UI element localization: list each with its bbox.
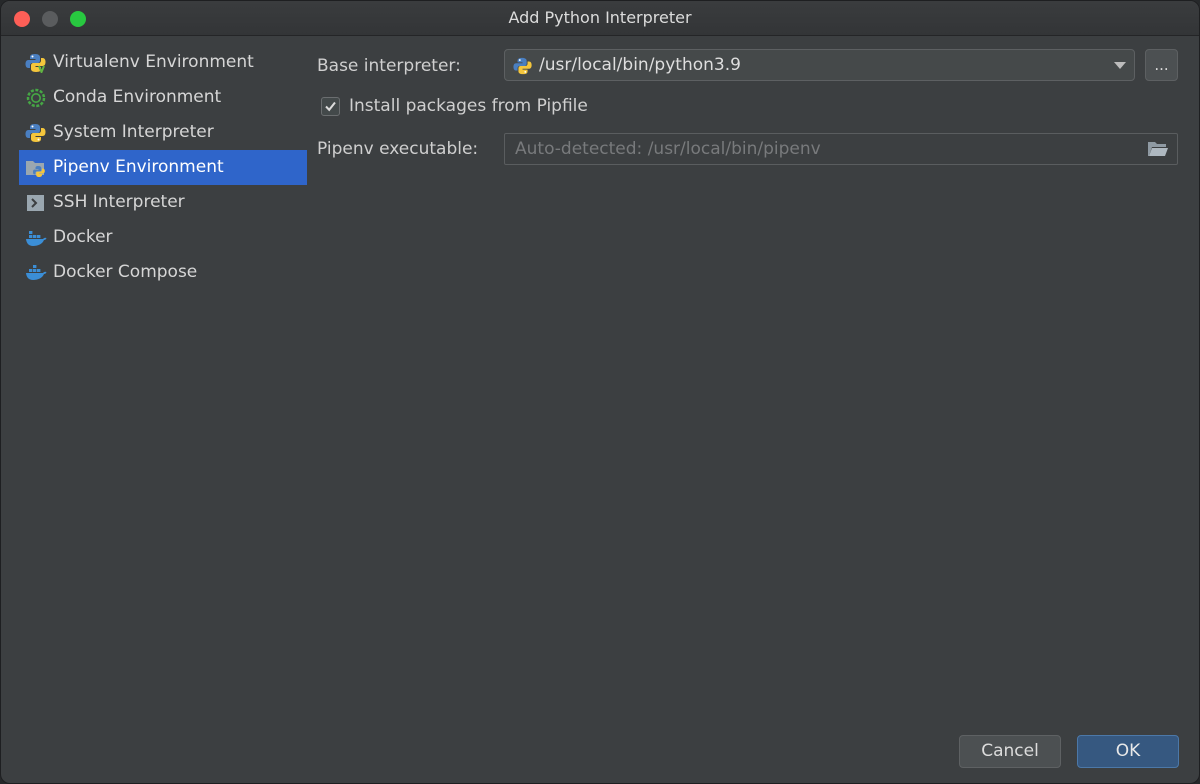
- sidebar-item-pipenv[interactable]: Pipenv Environment: [19, 150, 307, 185]
- pipenv-executable-placeholder: Auto-detected: /usr/local/bin/pipenv: [515, 139, 821, 159]
- sidebar-item-label: SSH Interpreter: [53, 192, 185, 212]
- sidebar-item-ssh-interpreter[interactable]: SSH Interpreter: [19, 185, 307, 220]
- sidebar-item-label: Conda Environment: [53, 87, 222, 107]
- pipenv-executable-field[interactable]: Auto-detected: /usr/local/bin/pipenv: [504, 133, 1178, 165]
- sidebar-item-conda[interactable]: Conda Environment: [19, 80, 307, 115]
- virtualenv-icon: [25, 54, 46, 73]
- window-title: Add Python Interpreter: [508, 8, 692, 27]
- sidebar-item-label: System Interpreter: [53, 122, 214, 142]
- sidebar-item-label: Virtualenv Environment: [53, 52, 254, 72]
- docker-icon: [26, 231, 47, 246]
- sidebar-item-docker[interactable]: Docker: [19, 220, 307, 255]
- docker-compose-icon: [26, 265, 47, 280]
- pipenv-executable-label: Pipenv executable:: [317, 139, 479, 159]
- chevron-down-icon: [1114, 62, 1126, 69]
- python-icon: [513, 57, 532, 75]
- sidebar-item-docker-compose[interactable]: Docker Compose: [19, 255, 307, 290]
- checkmark-icon: [325, 101, 336, 112]
- install-packages-label[interactable]: Install packages from Pipfile: [349, 96, 588, 116]
- conda-icon: [26, 88, 46, 108]
- install-packages-checkbox[interactable]: [321, 97, 340, 116]
- base-interpreter-label: Base interpreter:: [317, 56, 461, 76]
- base-interpreter-value: /usr/local/bin/python3.9: [539, 55, 741, 75]
- terminal-icon: [27, 195, 44, 211]
- sidebar-item-virtualenv[interactable]: Virtualenv Environment: [19, 45, 307, 80]
- folder-icon[interactable]: [1147, 140, 1169, 158]
- cancel-button[interactable]: Cancel: [959, 735, 1061, 768]
- python-icon: [25, 124, 46, 142]
- base-interpreter-select[interactable]: /usr/local/bin/python3.9: [504, 49, 1135, 81]
- ok-button[interactable]: OK: [1077, 735, 1179, 768]
- pipenv-icon: [26, 161, 45, 177]
- sidebar-item-label: Docker: [53, 227, 113, 247]
- browse-interpreter-button[interactable]: ...: [1145, 49, 1178, 81]
- dialog-window: Add Python Interpreter Virtualenv Enviro…: [0, 0, 1200, 784]
- sidebar-item-system-interpreter[interactable]: System Interpreter: [19, 115, 307, 150]
- title-bar: Add Python Interpreter: [1, 1, 1199, 36]
- sidebar-item-label: Docker Compose: [53, 262, 198, 282]
- sidebar-item-label: Pipenv Environment: [53, 157, 224, 177]
- interpreter-type-list: Virtualenv Environment Conda Environment…: [19, 45, 307, 290]
